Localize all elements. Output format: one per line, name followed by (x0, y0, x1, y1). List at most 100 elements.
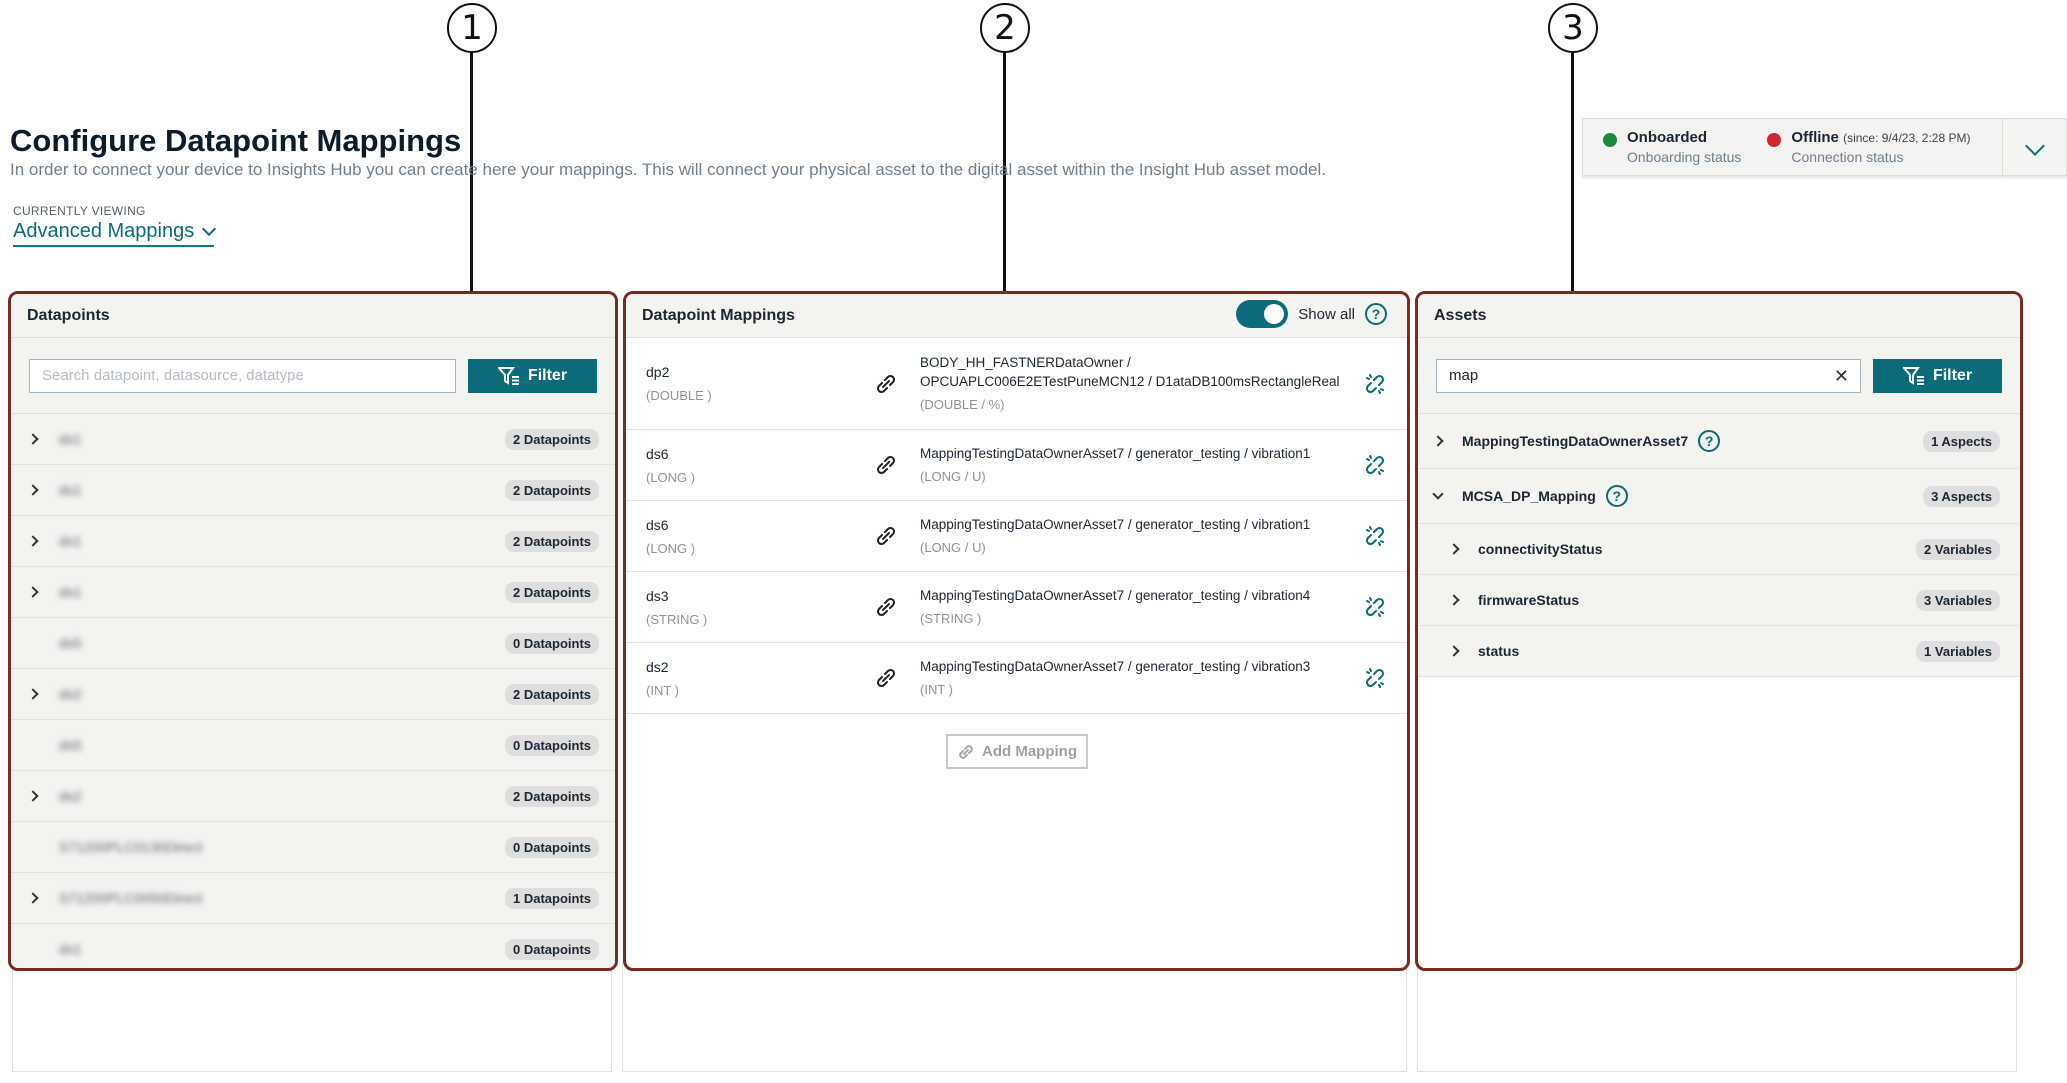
onboarding-status-label: Onboarding status (1627, 149, 1742, 165)
chevron-down-icon[interactable] (1430, 488, 1446, 500)
asset-count-badge: 3 Variables (1916, 589, 2000, 611)
datasource-name: ds2 (59, 686, 82, 702)
datapoints-filter-button[interactable]: Filter (468, 358, 597, 393)
asset-tree-row[interactable]: firmwareStatus 3 Variables (1418, 575, 2020, 626)
asset-tree-row[interactable]: connectivityStatus 2 Variables (1418, 524, 2020, 575)
help-icon[interactable]: ? (1698, 430, 1721, 452)
unlink-icon[interactable] (1357, 524, 1387, 548)
chevron-right-icon[interactable] (1430, 435, 1446, 447)
clear-search-icon[interactable]: ✕ (1834, 366, 1849, 387)
chevron-right-icon[interactable] (1446, 543, 1462, 555)
chevron-right-icon[interactable] (25, 892, 41, 904)
datapoint-source-row[interactable]: ds1 2 Datapoints (11, 516, 615, 567)
show-all-toggle[interactable] (1236, 300, 1289, 328)
mapping-target-type: (INT ) (920, 682, 953, 697)
filter-icon (497, 366, 519, 385)
datapoint-source-row[interactable]: ds2 2 Datapoints (11, 669, 615, 720)
chevron-right-icon[interactable] (1446, 645, 1462, 657)
mappings-list: dp2 (DOUBLE ) BODY_HH_FASTNERDataOwner / O… (626, 338, 1407, 714)
mappings-panel: Datapoint Mappings Show all ? dp2 (DOUBLE… (623, 291, 1410, 971)
unlink-icon[interactable] (1357, 372, 1387, 396)
mapping-target: MappingTestingDataOwnerAsset7 / generato… (906, 586, 1357, 628)
datapoint-count-badge: 2 Datapoints (504, 530, 599, 552)
datapoint-source-row[interactable]: ds1 2 Datapoints (11, 567, 615, 618)
link-icon (866, 372, 906, 396)
datasource-name: S71200PLC0130Direct (59, 839, 203, 855)
chevron-right-icon[interactable] (25, 790, 41, 802)
chevron-glyph (1448, 645, 1460, 657)
chevron-right-icon[interactable] (25, 433, 41, 445)
help-icon[interactable]: ? (1605, 485, 1628, 507)
offline-status-dot-icon (1767, 133, 1782, 147)
mapping-source: ds2 (INT ) (646, 659, 866, 698)
mapping-source-type: (LONG ) (646, 469, 696, 485)
assets-panel: Assets ✕ Filter MappingTestingDataOwnerA… (1415, 291, 2023, 971)
link-icon (866, 524, 906, 548)
view-mode-value: Advanced Mappings (13, 220, 195, 242)
chevron-down-icon (202, 221, 217, 237)
chevron-right-glyph (27, 433, 39, 445)
datapoint-source-row[interactable]: ds2 2 Datapoints (11, 771, 615, 822)
view-mode-dropdown[interactable]: Advanced Mappings (13, 220, 217, 247)
asset-tree-row[interactable]: MCSA_DP_Mapping? 3 Aspects (1418, 469, 2020, 524)
datapoint-source-row[interactable]: ds1 0 Datapoints (11, 924, 615, 968)
assets-title-text: Assets (1434, 306, 1487, 324)
chevron-right-icon[interactable] (25, 586, 41, 598)
datapoint-count-badge: 2 Datapoints (504, 683, 599, 705)
datapoint-search-input[interactable] (29, 358, 456, 393)
asset-name: status (1478, 643, 1916, 659)
mapping-source-type: (INT ) (646, 682, 679, 698)
asset-search-input[interactable] (1436, 358, 1861, 393)
datapoints-title-text: Datapoints (27, 306, 110, 324)
link-icon (866, 453, 906, 477)
mapping-source-name: ds6 (646, 445, 669, 462)
mapping-row: dp2 (DOUBLE ) BODY_HH_FASTNERDataOwner / O… (626, 338, 1407, 430)
status-expand-button[interactable] (2002, 119, 2066, 177)
asset-name-text: MCSA_DP_Mapping (1462, 488, 1596, 504)
filter-icon (1902, 366, 1924, 385)
asset-name: MappingTestingDataOwnerAsset7? (1462, 430, 1923, 452)
chevron-right-icon[interactable] (25, 484, 41, 496)
mapping-target-type: (LONG / U) (920, 540, 986, 555)
mapping-source-type: (DOUBLE ) (646, 388, 712, 403)
chevron-glyph (1448, 594, 1460, 606)
help-icon[interactable]: ? (1365, 303, 1387, 325)
datapoint-source-row[interactable]: ds1 2 Datapoints (11, 414, 615, 465)
asset-tree-row[interactable]: status 1 Variables (1418, 626, 2020, 677)
datapoint-source-row[interactable]: ds5 0 Datapoints (11, 618, 615, 669)
asset-name: connectivityStatus (1478, 541, 1916, 557)
mapping-source-name: ds6 (646, 516, 669, 533)
chevron-right-icon[interactable] (25, 688, 41, 700)
chevron-right-icon[interactable] (1446, 594, 1462, 606)
onboarded-status-dot-icon (1603, 133, 1617, 147)
datapoint-source-row[interactable]: ds1 2 Datapoints (11, 465, 615, 516)
datapoint-source-row[interactable]: ds5 0 Datapoints (11, 720, 615, 771)
datapoints-search-bar: Filter (11, 338, 615, 414)
offline-since: (since: 9/4/23, 2:28 PM) (1843, 131, 1971, 145)
datasource-name: ds1 (59, 941, 82, 957)
add-mapping-button[interactable]: Add Mapping (945, 734, 1088, 769)
mapping-source: dp2 (DOUBLE ) (646, 364, 866, 403)
asset-count-badge: 1 Aspects (1923, 430, 2000, 452)
asset-search-wrapper: ✕ (1436, 358, 1861, 393)
unlink-icon[interactable] (1357, 595, 1387, 619)
datapoints-panel-extension (12, 960, 612, 1072)
callout-2: 2 (980, 3, 1030, 53)
assets-filter-button[interactable]: Filter (1873, 358, 2002, 393)
show-all-control: Show all ? (1236, 300, 1387, 328)
datasource-name: S71200PLC0050Direct (59, 890, 203, 906)
asset-tree-row[interactable]: MappingTestingDataOwnerAsset7? 1 Aspects (1418, 414, 2020, 469)
datapoint-source-row[interactable]: S71200PLC0050Direct 1 Datapoints (11, 873, 615, 924)
asset-count-badge: 3 Aspects (1923, 485, 2000, 507)
mapping-source-name: dp2 (646, 364, 670, 380)
datapoints-list: ds1 2 Datapoints ds1 2 Datapoints ds1 2 Datap… (11, 414, 615, 968)
unlink-icon[interactable] (1357, 453, 1387, 477)
link-icon (866, 666, 906, 690)
chevron-right-glyph (27, 790, 39, 802)
datasource-name: ds2 (59, 788, 82, 804)
chevron-right-icon[interactable] (25, 535, 41, 547)
mapping-target: MappingTestingDataOwnerAsset7 / generato… (906, 515, 1357, 557)
mapping-target: MappingTestingDataOwnerAsset7 / generato… (906, 657, 1357, 699)
unlink-icon[interactable] (1357, 666, 1387, 690)
datapoint-source-row[interactable]: S71200PLC0130Direct 0 Datapoints (11, 822, 615, 873)
